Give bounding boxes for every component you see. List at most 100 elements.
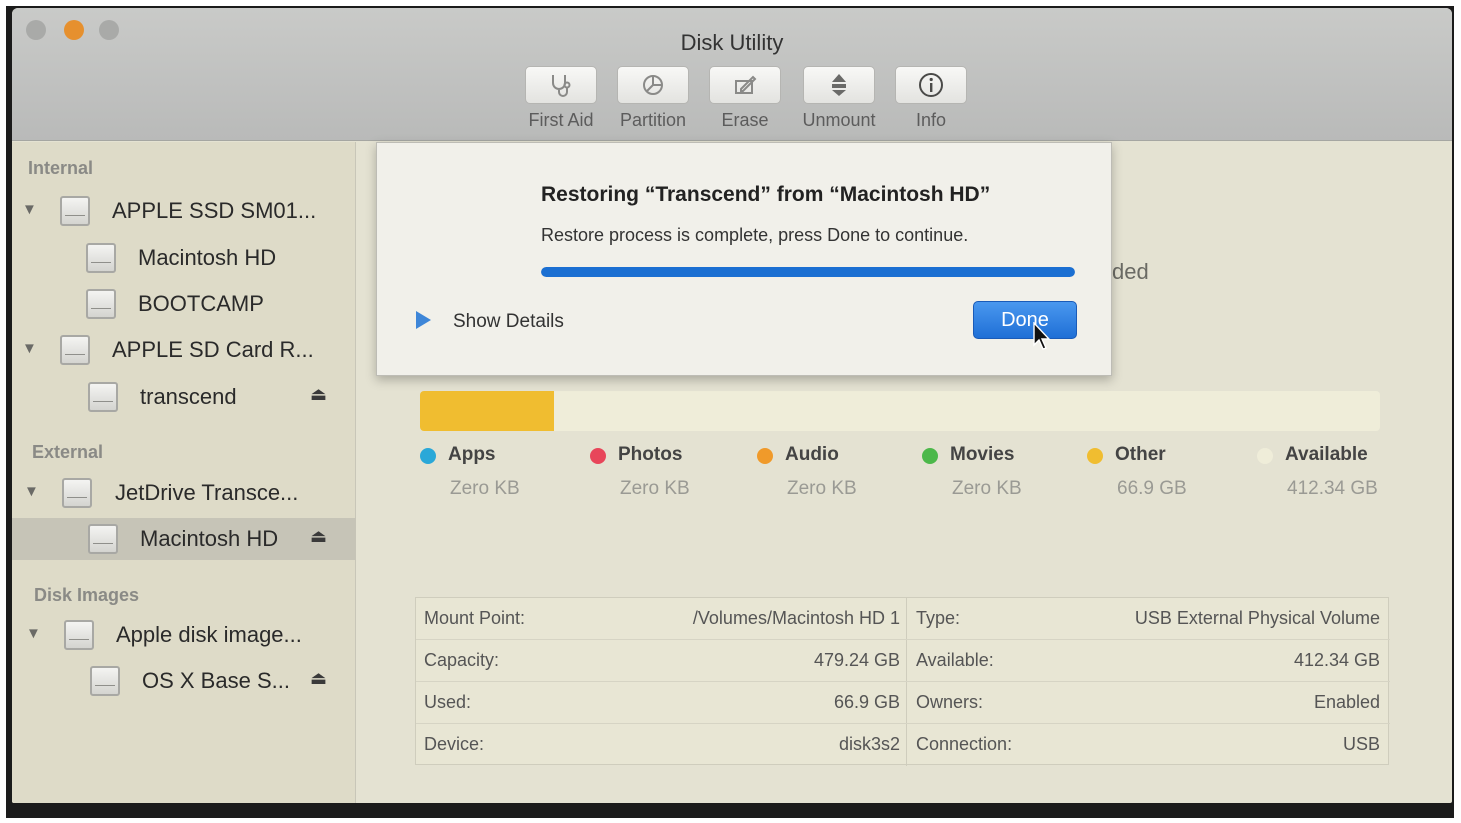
available-value: 412.34 GB	[1293, 650, 1380, 670]
sidebar-item-jetdrive[interactable]: ▼ JetDrive Transce...	[12, 472, 356, 514]
device-key: Device:	[424, 734, 485, 754]
disclosure-arrow-icon[interactable]	[413, 309, 433, 331]
dialog-message: Restore process is complete, press Done …	[541, 225, 969, 245]
sidebar-item-macintosh-hd-external[interactable]: Macintosh HD ⏏	[12, 518, 356, 560]
sidebar-item-label: APPLE SD Card R...	[112, 337, 314, 362]
legend-color-swatch	[590, 448, 606, 464]
eject-icon[interactable]: ⏏	[310, 384, 327, 405]
sidebar-item-label: Macintosh HD	[138, 245, 277, 270]
sidebar-item-label: BOOTCAMP	[138, 291, 264, 316]
disclosure-triangle-icon[interactable]: ▼	[24, 483, 39, 500]
used-value: 66.9 GB	[833, 692, 900, 712]
sidebar-item-apple-disk-image[interactable]: ▼ Apple disk image...	[12, 614, 356, 656]
info-label: Info	[915, 110, 947, 130]
info-button[interactable]: Info	[888, 66, 974, 131]
erase-icon	[709, 66, 781, 104]
sidebar-item-bootcamp[interactable]: BOOTCAMP	[12, 283, 356, 325]
external-disk-icon	[62, 478, 92, 508]
mount-point-key: Mount Point:	[424, 608, 526, 628]
type-key: Type:	[916, 608, 961, 628]
restore-dialog: Restoring “Transcend” from “Macintosh HD…	[376, 142, 1112, 376]
legend-category-name: Audio	[785, 444, 839, 465]
sidebar-item-transcend[interactable]: transcend ⏏	[12, 376, 356, 418]
partially-hidden-text: ded	[1112, 259, 1149, 284]
device-value: disk3s2	[838, 734, 900, 754]
unmount-button[interactable]: Unmount	[796, 66, 882, 131]
sidebar-item-macintosh-hd-internal[interactable]: Macintosh HD	[12, 237, 356, 279]
sd-card-icon	[60, 335, 90, 365]
volume-icon	[86, 243, 116, 273]
section-disk-images: Disk Images	[34, 585, 140, 605]
erase-label: Erase	[721, 110, 769, 130]
legend-category-name: Movies	[950, 444, 1015, 465]
owners-value: Enabled	[1313, 692, 1380, 712]
legend-category-size: Zero KB	[450, 478, 520, 499]
eject-icon[interactable]: ⏏	[310, 526, 327, 547]
done-button[interactable]: Done	[973, 301, 1077, 339]
partition-label: Partition	[619, 110, 687, 130]
volume-icon	[86, 289, 116, 319]
sidebar-item-apple-ssd[interactable]: ▼ APPLE SSD SM01...	[12, 190, 356, 232]
usage-bar	[420, 391, 1380, 431]
legend-color-swatch	[1257, 448, 1273, 464]
first-aid-button[interactable]: First Aid	[518, 66, 604, 131]
unmount-label: Unmount	[802, 110, 876, 130]
capacity-value: 479.24 GB	[813, 650, 900, 670]
partition-pie-icon	[617, 66, 689, 104]
sidebar-item-os-x-base[interactable]: OS X Base S... ⏏	[12, 660, 356, 702]
legend-category-size: Zero KB	[952, 478, 1022, 499]
disclosure-triangle-icon[interactable]: ▼	[26, 625, 41, 642]
info-icon	[895, 66, 967, 104]
volume-icon	[88, 382, 118, 412]
capacity-key: Capacity:	[424, 650, 500, 670]
partition-button[interactable]: Partition	[610, 66, 696, 131]
available-key: Available:	[916, 650, 994, 670]
toolbar: Disk Utility First Aid Partition Erase U…	[12, 8, 1452, 141]
section-external: External	[32, 442, 104, 462]
sidebar-item-apple-sd-card[interactable]: ▼ APPLE SD Card R...	[12, 329, 356, 371]
disclosure-triangle-icon[interactable]: ▼	[22, 340, 37, 357]
legend-category-name: Available	[1285, 444, 1368, 465]
mouse-cursor-icon	[1033, 322, 1051, 350]
type-value: USB External Physical Volume	[1134, 608, 1380, 628]
legend-category-size: Zero KB	[620, 478, 690, 499]
eject-icon[interactable]: ⏏	[310, 668, 327, 689]
sidebar: Internal ▼ APPLE SSD SM01... Macintosh H…	[12, 142, 356, 803]
sidebar-item-label: Apple disk image...	[116, 622, 302, 647]
volume-icon	[88, 524, 118, 554]
sidebar-item-label: JetDrive Transce...	[115, 480, 299, 505]
info-row: Mount Point: /Volumes/Macintosh HD 1 Typ…	[416, 598, 1390, 640]
legend-category-name: Apps	[448, 444, 496, 465]
legend-category-size: 412.34 GB	[1287, 478, 1378, 499]
section-internal: Internal	[28, 158, 94, 178]
connection-value: USB	[1342, 734, 1380, 754]
used-key: Used:	[424, 692, 472, 712]
volume-icon	[90, 666, 120, 696]
sidebar-item-label: OS X Base S...	[142, 668, 290, 693]
disclosure-triangle-icon[interactable]: ▼	[22, 201, 37, 218]
info-row: Device: disk3s2 Connection: USB	[416, 724, 1390, 766]
disk-utility-window: Disk Utility First Aid Partition Erase U…	[12, 8, 1452, 803]
legend-category-size: Zero KB	[787, 478, 857, 499]
mount-point-value: /Volumes/Macintosh HD 1	[692, 608, 900, 628]
window-title: Disk Utility	[680, 30, 784, 55]
restore-progress-bar	[541, 267, 1075, 277]
legend-category-name: Other	[1115, 444, 1166, 465]
disk-image-icon	[64, 620, 94, 650]
legend-category-size: 66.9 GB	[1117, 478, 1187, 499]
show-details-toggle[interactable]: Show Details	[453, 311, 564, 333]
erase-button[interactable]: Erase	[702, 66, 788, 131]
usage-bar-other-segment	[420, 391, 555, 431]
owners-key: Owners:	[916, 692, 984, 712]
legend-color-swatch	[922, 448, 938, 464]
volume-info-table: Mount Point: /Volumes/Macintosh HD 1 Typ…	[415, 597, 1390, 766]
stethoscope-icon	[525, 66, 597, 104]
sidebar-item-label: APPLE SSD SM01...	[112, 198, 317, 223]
dialog-title: Restoring “Transcend” from “Macintosh HD…	[541, 183, 991, 206]
sidebar-item-label: transcend	[140, 384, 237, 409]
legend-color-swatch	[1087, 448, 1103, 464]
info-row: Used: 66.9 GB Owners: Enabled	[416, 682, 1390, 724]
info-row: Capacity: 479.24 GB Available: 412.34 GB	[416, 640, 1390, 682]
connection-key: Connection:	[916, 734, 1013, 754]
progress-fill	[541, 267, 1075, 277]
